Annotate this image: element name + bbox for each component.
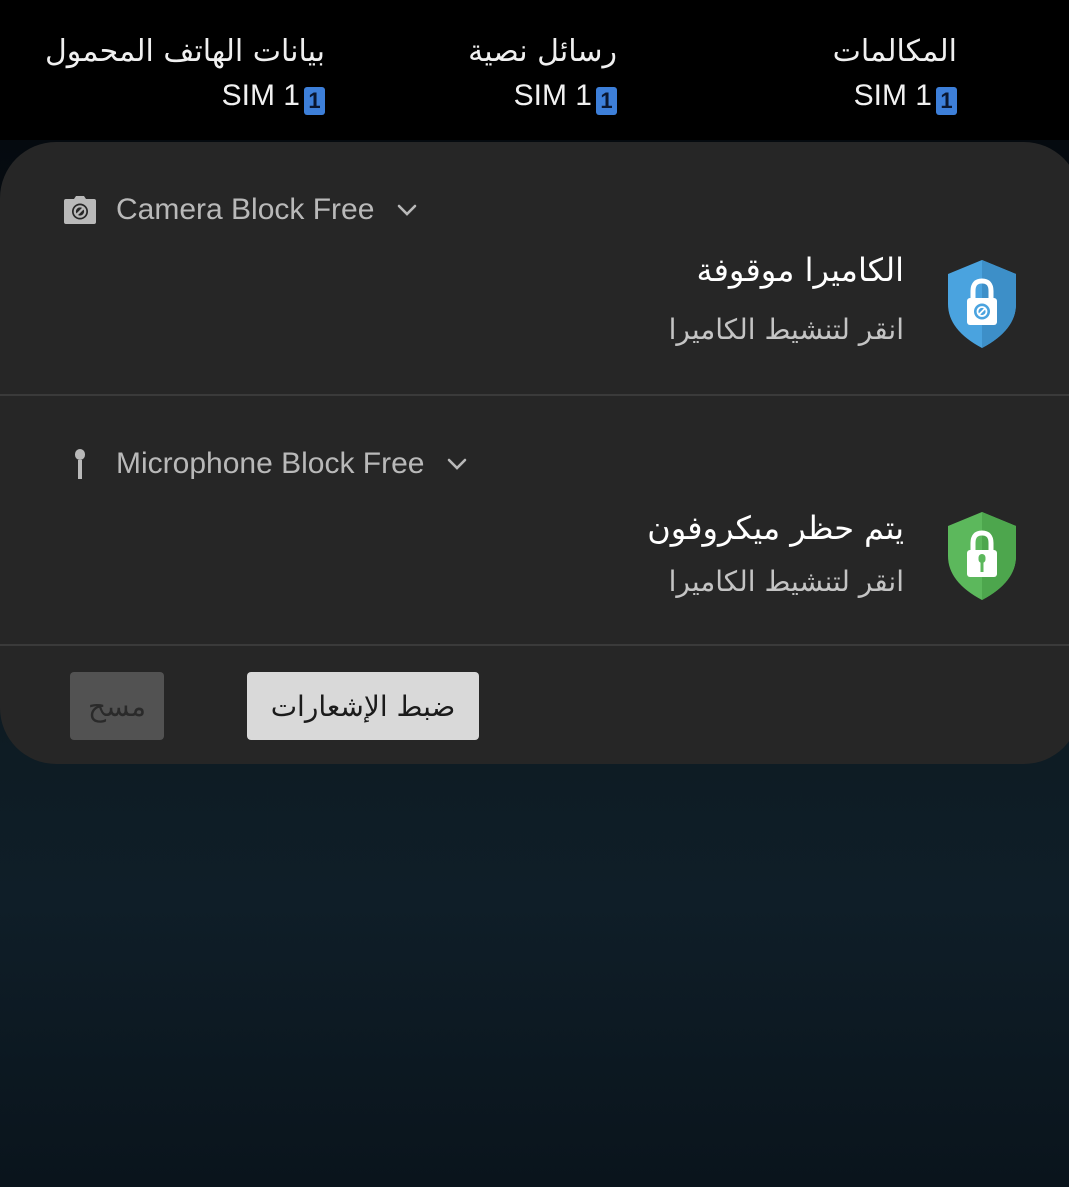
camera-block-notification[interactable]: Camera Block Free الكاميرا موقوفة انقر ل… <box>0 142 1069 394</box>
camera-block-icon <box>62 192 98 228</box>
sms-sim[interactable]: رسائل نصية SIM 11 <box>468 30 617 118</box>
calls-sim[interactable]: المكالمات SIM 11 <box>833 30 957 118</box>
app-name: Camera Block Free <box>116 193 375 226</box>
mobile-data-sim[interactable]: بيانات الهاتف المحمول SIM 11 <box>45 30 325 118</box>
calls-label: المكالمات <box>832 34 957 69</box>
sms-sim-value: SIM 11 <box>468 74 617 118</box>
clear-button[interactable]: مسح <box>70 672 164 740</box>
mobile-data-label: بيانات الهاتف المحمول <box>44 34 325 69</box>
chevron-down-icon[interactable] <box>396 198 420 222</box>
notification-settings-button[interactable]: ضبط الإشعارات <box>247 672 479 740</box>
sim-name: SIM 1 <box>853 79 932 112</box>
notification-text: انقر لتنشيط الكاميرا <box>668 565 904 598</box>
sim-name: SIM 1 <box>221 79 300 112</box>
app-name: Microphone Block Free <box>116 447 425 480</box>
notification-title: يتم حظر ميكروفون <box>647 509 904 547</box>
notification-title: الكاميرا موقوفة <box>696 251 904 289</box>
sim-badge-icon: 1 <box>596 87 617 115</box>
microphone-block-notification[interactable]: Microphone Block Free يتم حظر ميكروفون ا… <box>0 396 1069 644</box>
calls-sim-value: SIM 11 <box>833 74 957 118</box>
sim-badge-icon: 1 <box>936 87 957 115</box>
notification-app-header[interactable]: Camera Block Free <box>62 188 420 232</box>
sim-name: SIM 1 <box>513 79 592 112</box>
sim-badge-icon: 1 <box>304 87 325 115</box>
microphone-lock-shield-icon <box>946 510 1018 602</box>
notification-panel: Camera Block Free الكاميرا موقوفة انقر ل… <box>0 142 1069 764</box>
sim-status-strip: بيانات الهاتف المحمول SIM 11 رسائل نصية … <box>0 0 1069 140</box>
notification-app-header[interactable]: Microphone Block Free <box>62 442 470 486</box>
mobile-data-sim-value: SIM 11 <box>45 74 325 118</box>
sms-label: رسائل نصية <box>468 34 617 69</box>
notification-divider <box>0 644 1069 646</box>
microphone-icon <box>62 446 98 482</box>
notification-text: انقر لتنشيط الكاميرا <box>668 313 904 346</box>
camera-lock-shield-icon <box>946 258 1018 350</box>
chevron-down-icon[interactable] <box>446 452 470 476</box>
